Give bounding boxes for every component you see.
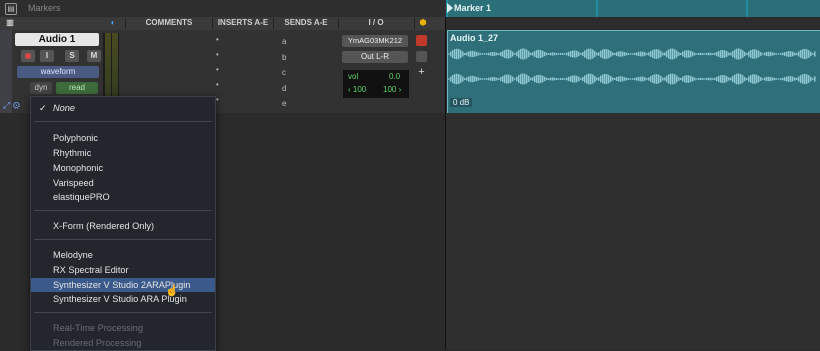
marker-flag-icon[interactable] xyxy=(447,3,453,13)
marker-ruler-icon[interactable]: ▤ xyxy=(5,3,17,15)
insert-slot-d[interactable]: • xyxy=(216,80,219,89)
timeline-area-empty xyxy=(446,113,820,349)
mix-column-header: ▥ ◐ COMMENTS INSERTS A-E SENDS A-E I / O… xyxy=(0,17,446,31)
menu-item-realtime-processing: Real-Time Processing xyxy=(53,323,144,333)
comments-column-header[interactable]: COMMENTS xyxy=(125,18,212,29)
clip-name: Audio 1_27 xyxy=(450,33,499,43)
menu-item-elastiquepro[interactable]: elastiquePRO xyxy=(53,192,110,202)
timeline-header xyxy=(446,17,820,31)
menu-divider xyxy=(34,239,212,240)
clip-gain-indicator[interactable]: 0 dB xyxy=(450,98,473,107)
io-column-header[interactable]: I / O xyxy=(338,18,413,29)
inserts-column-header[interactable]: INSERTS A-E xyxy=(212,18,273,29)
input-monitor-button[interactable]: I xyxy=(40,50,54,62)
tracks-list-icon[interactable]: ▥ xyxy=(3,18,17,29)
marker-1-label[interactable]: Marker 1 xyxy=(454,3,491,13)
send-slot-e[interactable]: e xyxy=(282,99,286,108)
automation-mode-selector[interactable]: read xyxy=(56,82,98,94)
menu-item-polyphonic[interactable]: Polyphonic xyxy=(53,133,98,143)
sends-column-header[interactable]: SENDS A-E xyxy=(273,18,338,29)
solo-button[interactable]: S xyxy=(65,50,79,62)
track-view-selector[interactable]: waveform xyxy=(17,66,99,78)
record-enable-button[interactable] xyxy=(21,50,35,62)
send-slot-c[interactable]: c xyxy=(282,68,286,77)
insert-slot-a[interactable]: • xyxy=(216,35,219,44)
status-icon[interactable]: ⬢ xyxy=(414,18,431,29)
menu-item-rendered-processing: Rendered Processing xyxy=(53,338,142,348)
menu-item-rhythmic[interactable]: Rhythmic xyxy=(53,148,91,158)
output-selector[interactable]: Out L-R xyxy=(342,51,408,63)
send-slot-b[interactable]: b xyxy=(282,53,286,62)
add-track-plus-icon[interactable]: + xyxy=(416,67,427,78)
markers-label: Markers xyxy=(28,3,61,13)
menu-item-none[interactable]: None xyxy=(53,103,75,113)
ruler-tick xyxy=(596,0,598,17)
clip-waveform xyxy=(448,48,816,85)
markers-ruler-header xyxy=(0,0,446,18)
menu-item-monophonic[interactable]: Monophonic xyxy=(53,163,103,173)
marker-ruler-timeline[interactable] xyxy=(446,0,820,17)
insert-slot-c[interactable]: • xyxy=(216,65,219,74)
elastic-audio-menu: ✓ None Polyphonic Rhythmic Monophonic Va… xyxy=(30,96,216,351)
pan-left-value[interactable]: ‹ 100 xyxy=(348,85,366,94)
send-slot-d[interactable]: d xyxy=(282,84,286,93)
menu-item-varispeed[interactable]: Varispeed xyxy=(53,178,94,188)
volume-label: vol xyxy=(348,72,359,81)
playlist-dyn-button[interactable]: dyn xyxy=(30,82,52,94)
menu-divider xyxy=(34,121,212,122)
playhead-line xyxy=(445,17,446,349)
menu-item-xform[interactable]: X-Form (Rendered Only) xyxy=(53,221,154,231)
volume-pan-display[interactable]: vol 0.0 ‹ 100 100 › xyxy=(342,69,410,99)
menu-divider xyxy=(34,312,212,313)
ruler-tick xyxy=(746,0,748,17)
track-options-icon[interactable] xyxy=(416,51,427,62)
record-safe-icon[interactable] xyxy=(416,35,427,46)
volume-value[interactable]: 0.0 xyxy=(389,72,400,81)
mouse-cursor-icon: ☝ xyxy=(165,285,179,297)
menu-divider xyxy=(34,210,212,211)
menu-item-rx-spectral-editor[interactable]: RX Spectral Editor xyxy=(53,265,129,275)
input-selector[interactable]: YmAG03MK212 xyxy=(342,35,408,47)
checkmark-icon: ✓ xyxy=(39,103,47,113)
insert-slot-e[interactable]: • xyxy=(216,95,219,104)
send-slot-a[interactable]: a xyxy=(282,37,286,46)
elastic-audio-icon[interactable]: ⤢ ⚙ xyxy=(3,100,27,112)
track-view-icon[interactable]: ◐ xyxy=(106,18,120,29)
pan-right-value[interactable]: 100 › xyxy=(383,85,401,94)
track-name-field[interactable]: Audio 1 xyxy=(15,33,99,46)
insert-slot-b[interactable]: • xyxy=(216,50,219,59)
mute-button[interactable]: M xyxy=(87,50,101,62)
menu-item-melodyne[interactable]: Melodyne xyxy=(53,250,93,260)
